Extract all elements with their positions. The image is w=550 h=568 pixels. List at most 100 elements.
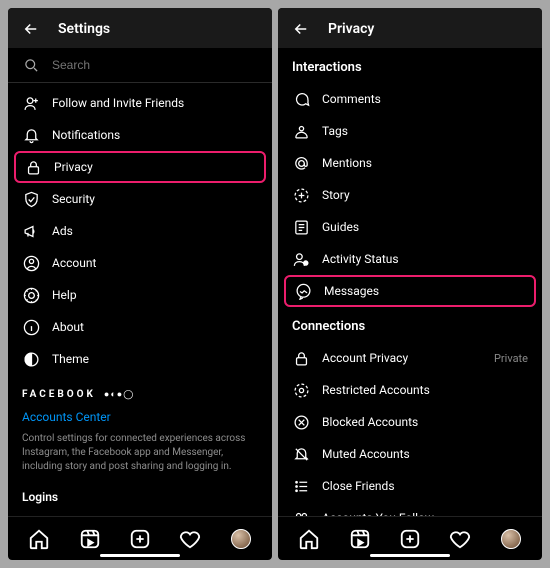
megaphone-icon [22,222,40,240]
page-title: Settings [58,21,110,37]
privacy-item-blocked[interactable]: Blocked Accounts [278,406,542,438]
activity-icon[interactable] [179,528,201,550]
menu-item-label: Muted Accounts [322,447,528,461]
home-icon[interactable] [28,528,50,550]
header: Settings [8,8,272,48]
guides-icon [292,218,310,236]
privacy-item-restricted[interactable]: Restricted Accounts [278,374,542,406]
section-connections: Connections [278,307,542,342]
menu-item-label: Account Privacy [322,351,482,365]
messages-icon [294,282,312,300]
menu-item-label: Story [322,188,528,202]
settings-content: Follow and Invite Friends Notifications Pr… [8,48,272,516]
home-icon[interactable] [298,528,320,550]
shield-icon [22,190,40,208]
privacy-item-messages[interactable]: Messages [284,275,536,307]
new-post-icon[interactable] [129,528,151,550]
logins-header: Logins [8,482,272,508]
header: Privacy [278,8,542,48]
privacy-item-comment[interactable]: Comments [278,83,542,115]
facebook-app-icons: ●◐●◯ [104,389,134,400]
privacy-screen: Privacy Interactions Comments Tags Mention… [278,8,542,560]
menu-item-label: Tags [322,124,528,138]
menu-item-label: Blocked Accounts [322,415,528,429]
privacy-item-close-friends[interactable]: Close Friends [278,470,542,502]
restricted-icon [292,381,310,399]
accounts-blurb: Control settings for connected experienc… [8,430,272,482]
privacy-item-guides[interactable]: Guides [278,211,542,243]
menu-item-label: About [52,320,258,334]
settings-item-megaphone[interactable]: Ads [8,215,272,247]
follow-icon [22,94,40,112]
story-icon [292,186,310,204]
search-input[interactable] [52,58,258,72]
privacy-item-lock[interactable]: Account Privacy Private [278,342,542,374]
settings-item-theme[interactable]: Theme [8,343,272,375]
privacy-item-accounts-follow[interactable]: Accounts You Follow [278,502,542,516]
menu-item-label: Follow and Invite Friends [52,96,258,110]
lock-icon [292,349,310,367]
menu-item-label: Ads [52,224,258,238]
activity-icon[interactable] [449,528,471,550]
home-indicator [100,554,180,557]
reels-icon[interactable] [349,528,371,550]
tag-icon [292,122,310,140]
menu-item-label: Theme [52,352,258,366]
menu-item-label: Activity Status [322,252,528,266]
account-icon [22,254,40,272]
menu-item-label: Restricted Accounts [322,383,528,397]
menu-item-label: Privacy [54,160,256,174]
profile-avatar[interactable] [500,528,522,550]
mention-icon [292,154,310,172]
settings-item-bell[interactable]: Notifications [8,119,272,151]
settings-item-follow[interactable]: Follow and Invite Friends [8,87,272,119]
search-icon [22,56,40,74]
menu-item-label: Security [52,192,258,206]
activity-icon [292,250,310,268]
privacy-item-mention[interactable]: Mentions [278,147,542,179]
comment-icon [292,90,310,108]
settings-item-account[interactable]: Account [8,247,272,279]
accounts-follow-icon [292,509,310,516]
menu-item-label: Notifications [52,128,258,142]
muted-icon [292,445,310,463]
settings-screen: Settings Follow and Invite Friends Notifi… [8,8,272,560]
privacy-item-tag[interactable]: Tags [278,115,542,147]
settings-item-info[interactable]: About [8,311,272,343]
info-icon [22,318,40,336]
accounts-center-link[interactable]: Accounts Center [8,404,272,430]
search-row[interactable] [8,48,272,83]
menu-item-label: Mentions [322,156,528,170]
close-friends-icon [292,477,310,495]
privacy-item-muted[interactable]: Muted Accounts [278,438,542,470]
bell-icon [22,126,40,144]
menu-item-label: Guides [322,220,528,234]
blocked-icon [292,413,310,431]
new-post-icon[interactable] [399,528,421,550]
privacy-item-activity[interactable]: Activity Status [278,243,542,275]
section-interactions: Interactions [278,48,542,83]
menu-item-label: Accounts You Follow [322,511,528,516]
home-indicator [370,554,450,557]
trailing-text: Private [494,352,528,365]
menu-item-label: Close Friends [322,479,528,493]
privacy-item-story[interactable]: Story [278,179,542,211]
menu-item-label: Help [52,288,258,302]
settings-item-lock[interactable]: Privacy [14,151,266,183]
reels-icon[interactable] [79,528,101,550]
settings-item-help[interactable]: Help [8,279,272,311]
menu-item-label: Comments [322,92,528,106]
help-icon [22,286,40,304]
profile-avatar[interactable] [230,528,252,550]
facebook-row: FACEBOOK ●◐●◯ [8,375,272,404]
menu-item-label: Account [52,256,258,270]
add-account-link[interactable]: Add Account [8,508,272,516]
lock-icon [24,158,42,176]
page-title: Privacy [328,21,374,37]
privacy-content: Interactions Comments Tags Mentions Story Gu… [278,48,542,516]
theme-icon [22,350,40,368]
menu-item-label: Messages [324,284,526,298]
settings-item-shield[interactable]: Security [8,183,272,215]
back-icon[interactable] [22,20,40,38]
back-icon[interactable] [292,20,310,38]
